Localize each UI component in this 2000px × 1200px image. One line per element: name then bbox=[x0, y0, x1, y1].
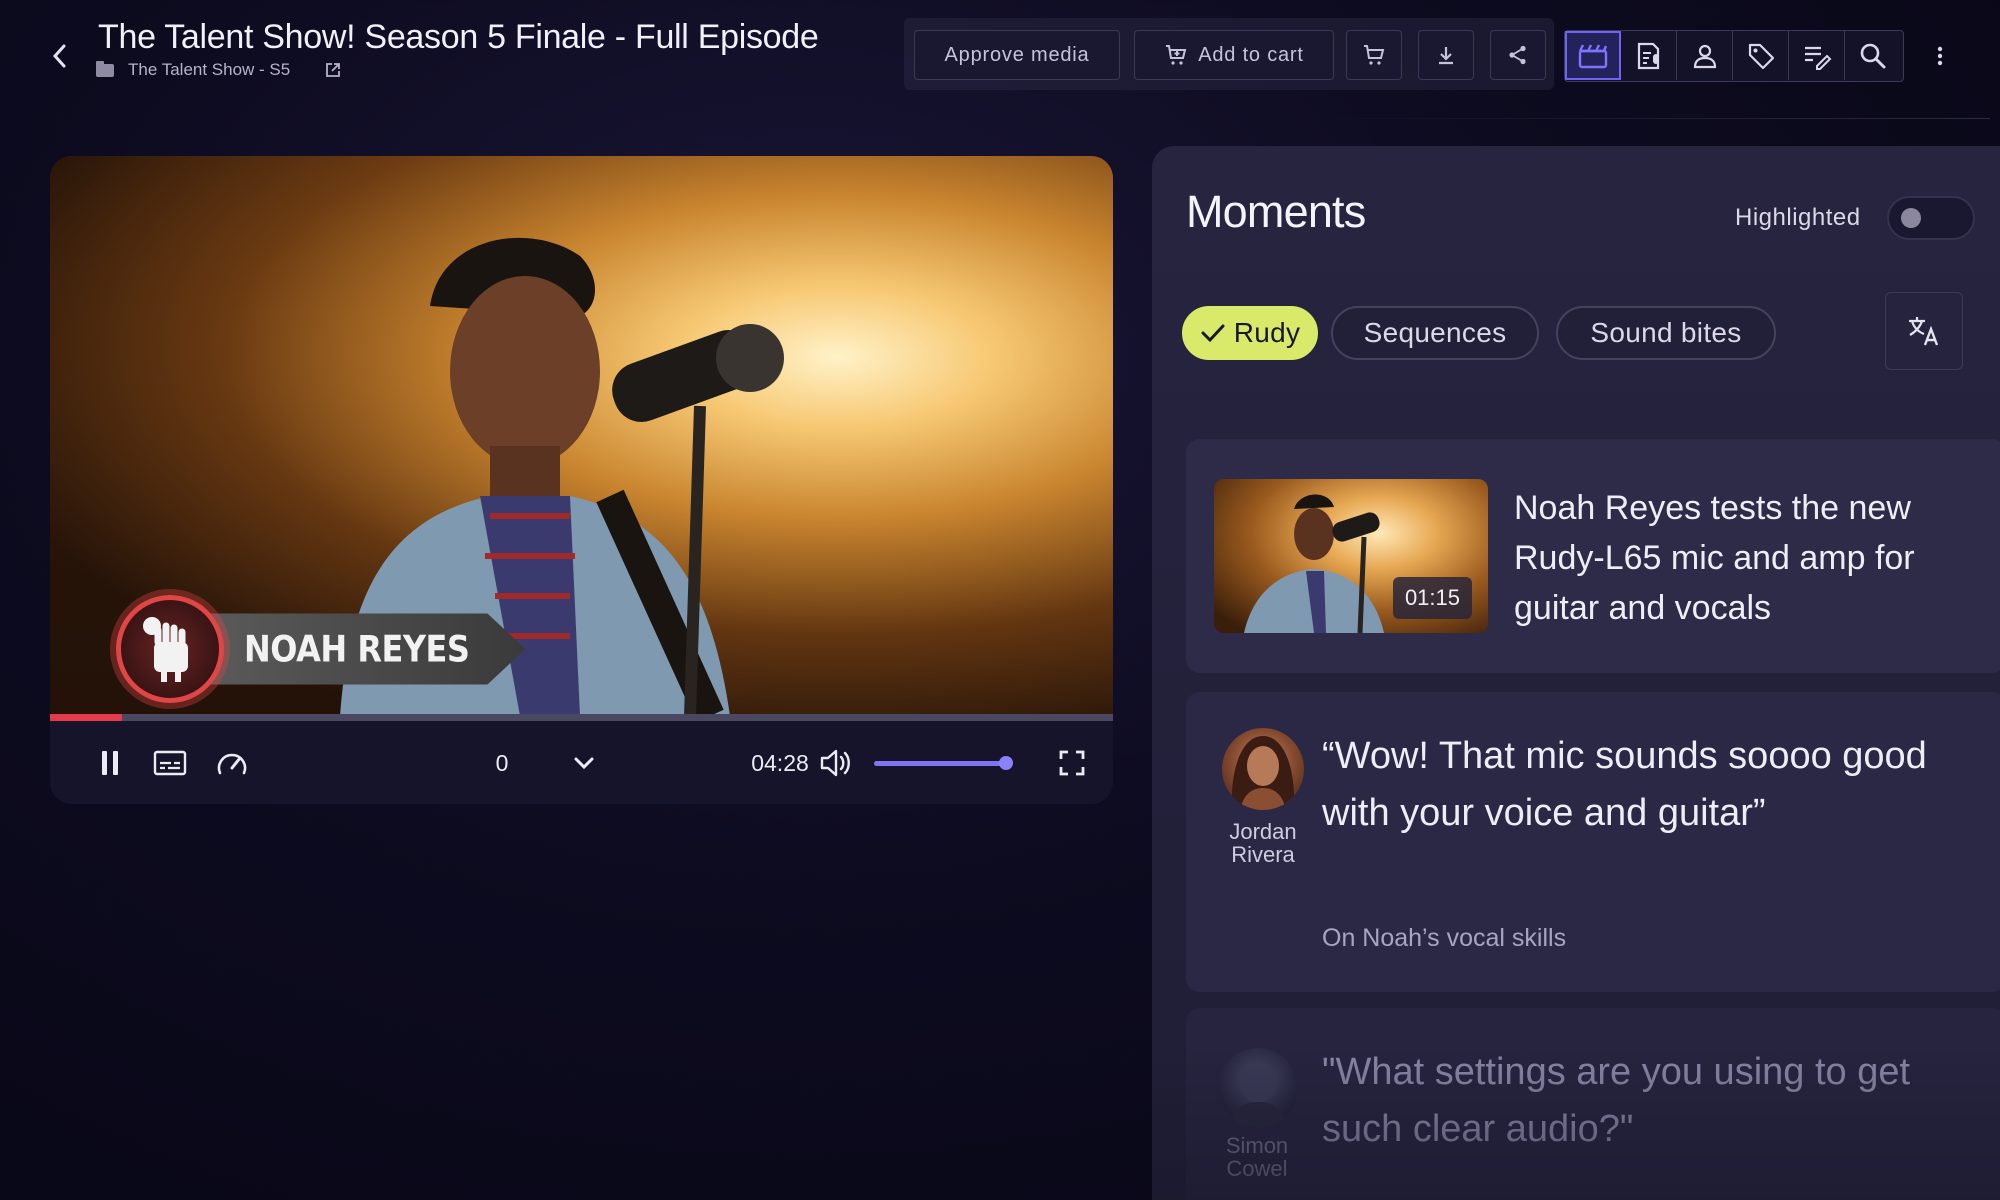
moments-title: Moments bbox=[1186, 186, 1366, 237]
search-tool-button[interactable] bbox=[1845, 31, 1901, 80]
chip-sound-bites-label: Sound bites bbox=[1590, 317, 1742, 348]
speed-value: 0 bbox=[495, 749, 509, 776]
microphone-fist-icon bbox=[116, 595, 224, 703]
breadcrumb: The Talent Show - S5 bbox=[96, 60, 342, 80]
chip-rudy-label: Rudy bbox=[1233, 317, 1301, 348]
translate-button[interactable] bbox=[1885, 292, 1963, 370]
header-divider bbox=[1300, 118, 1990, 119]
external-link-icon[interactable] bbox=[324, 61, 342, 79]
tag-icon bbox=[1748, 43, 1774, 69]
player-controls: 0 04:28 bbox=[50, 721, 1113, 804]
speaker-name: Simon Cowel bbox=[1225, 1133, 1289, 1181]
pause-icon bbox=[102, 751, 118, 775]
avatar bbox=[1222, 728, 1304, 810]
clip-thumbnail: 01:15 bbox=[1214, 479, 1488, 633]
more-options-button[interactable] bbox=[1920, 34, 1960, 78]
notes-tool-button[interactable] bbox=[1789, 31, 1845, 80]
approve-media-button[interactable]: Approve media bbox=[914, 30, 1120, 80]
back-button[interactable] bbox=[38, 34, 82, 78]
moment-card-quote[interactable]: Simon Cowel "What settings are you using… bbox=[1186, 1008, 2000, 1200]
fullscreen-icon bbox=[1059, 750, 1085, 776]
notes-edit-icon bbox=[1804, 46, 1831, 70]
person-icon bbox=[1693, 44, 1716, 68]
moments-panel: Moments Highlighted Rudy Sequences Sound… bbox=[1152, 146, 2000, 1200]
breadcrumb-folder-link[interactable]: The Talent Show - S5 bbox=[128, 60, 290, 80]
add-to-cart-label: Add to cart bbox=[1198, 43, 1304, 66]
fullscreen-button[interactable] bbox=[1050, 741, 1094, 785]
volume-slider-fill bbox=[874, 756, 1014, 770]
chevron-left-icon bbox=[52, 44, 66, 68]
tag-tool-button[interactable] bbox=[1733, 31, 1789, 80]
video-player: NOAH REYES 0 04:28 bbox=[50, 156, 1113, 804]
avatar bbox=[1218, 1048, 1298, 1128]
volume-button[interactable] bbox=[814, 741, 858, 785]
captions-icon bbox=[153, 750, 187, 776]
share-button[interactable] bbox=[1490, 30, 1546, 80]
quote-text: “Wow! That mic sounds soooo good with yo… bbox=[1322, 735, 1927, 834]
playback-speed-button[interactable] bbox=[210, 741, 254, 785]
playback-progress-fill bbox=[50, 714, 123, 721]
volume-slider[interactable] bbox=[874, 756, 1014, 770]
speaker-name: Jordan Rivera bbox=[1229, 819, 1297, 867]
volume-icon bbox=[820, 749, 850, 777]
highlighted-toggle[interactable] bbox=[1887, 196, 1975, 240]
lower-third-name: NOAH REYES bbox=[208, 613, 526, 685]
captions-button[interactable] bbox=[148, 741, 192, 785]
quote-text: "What settings are you using to get such… bbox=[1322, 1051, 1911, 1150]
translate-icon bbox=[1909, 317, 1939, 346]
search-icon bbox=[1860, 43, 1886, 68]
chip-sound-bites[interactable]: Sound bites bbox=[1556, 306, 1776, 360]
chip-sequences[interactable]: Sequences bbox=[1331, 306, 1539, 360]
toggle-knob bbox=[1901, 208, 1921, 228]
scenes-icon bbox=[1578, 43, 1607, 68]
approve-media-label: Approve media bbox=[944, 43, 1090, 66]
clip-timestamp: 01:15 bbox=[1392, 577, 1472, 619]
add-to-cart-button[interactable]: Add to cart bbox=[1134, 30, 1334, 80]
cart-icon bbox=[1364, 45, 1385, 65]
clip-description: Noah Reyes tests the new Rudy-L65 mic an… bbox=[1514, 489, 1915, 627]
chevron-down-icon bbox=[574, 757, 594, 770]
video-frame[interactable]: NOAH REYES bbox=[50, 156, 1113, 716]
speed-dropdown-button[interactable] bbox=[562, 741, 606, 785]
pause-button[interactable] bbox=[88, 741, 132, 785]
moment-card-quote[interactable]: Jordan Rivera “Wow! That mic sounds sooo… bbox=[1186, 692, 2000, 992]
folder-icon bbox=[96, 60, 114, 77]
cart-plus-icon bbox=[1166, 45, 1187, 65]
share-icon bbox=[1509, 45, 1526, 65]
page-title: The Talent Show! Season 5 Finale - Full … bbox=[98, 18, 819, 56]
quote-context: On Noah’s vocal skills bbox=[1322, 924, 1567, 952]
download-icon bbox=[1439, 47, 1453, 65]
download-button[interactable] bbox=[1418, 30, 1474, 80]
volume-slider-thumb[interactable] bbox=[999, 756, 1014, 770]
chip-sequences-label: Sequences bbox=[1363, 317, 1507, 348]
chip-rudy[interactable]: Rudy bbox=[1182, 306, 1318, 360]
toolbar: Approve media Add to cart bbox=[904, 18, 1554, 90]
scenes-tool-button[interactable] bbox=[1565, 31, 1621, 80]
duration-display: 04:28 bbox=[751, 749, 809, 776]
people-tool-button[interactable] bbox=[1677, 31, 1733, 80]
check-icon bbox=[1201, 324, 1225, 343]
more-icon bbox=[1937, 46, 1943, 66]
highlighted-label: Highlighted bbox=[1735, 204, 1861, 231]
transcript-tool-button[interactable] bbox=[1621, 31, 1677, 80]
view-tools bbox=[1564, 30, 1904, 82]
speedometer-icon bbox=[217, 753, 247, 775]
transcript-icon bbox=[1637, 42, 1659, 69]
playback-progress-bar[interactable] bbox=[50, 714, 1113, 721]
lower-third: NOAH REYES bbox=[116, 594, 526, 704]
moment-card-clip[interactable]: 01:15 Noah Reyes tests the new Rudy-L65 … bbox=[1186, 439, 2000, 673]
cart-button[interactable] bbox=[1346, 30, 1402, 80]
